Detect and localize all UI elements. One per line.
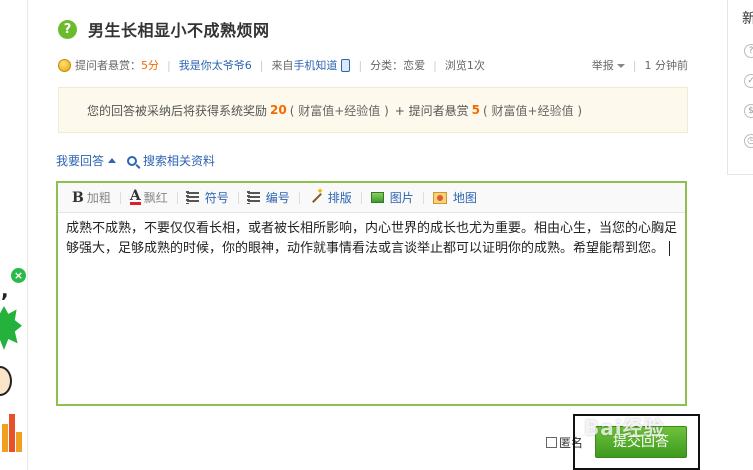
right-panel-label: 新 xyxy=(742,11,753,27)
divider: | xyxy=(259,58,264,72)
check-circle-icon[interactable]: ✓ xyxy=(744,74,753,88)
toolbar-divider xyxy=(119,191,121,204)
image-label: 图片 xyxy=(389,191,414,205)
category[interactable]: 分类：恋爱 xyxy=(370,57,425,73)
view-count: 浏览1次 xyxy=(444,59,485,72)
text-color-icon: A xyxy=(129,188,141,205)
chevron-up-icon[interactable] xyxy=(108,158,117,163)
bullet-list-icon xyxy=(185,191,199,204)
anonymous-checkbox[interactable] xyxy=(546,437,557,448)
meta-right: 举报 | 1 分钟前 xyxy=(592,57,688,73)
reward-notice-note: ( 财富值+经验值 ) xyxy=(483,103,583,118)
layout-button[interactable]: 排版 xyxy=(309,187,352,206)
source-prefix: 来自 xyxy=(271,59,294,72)
numbered-list-icon xyxy=(246,191,260,204)
left-divider xyxy=(27,0,28,470)
toolbar-divider xyxy=(237,191,239,204)
reward-notice: 您的回答被采纳后将获得系统奖励 20 ( 财富值+经验值 ) + 提问者悬赏 5… xyxy=(58,87,688,133)
bold-label: 加粗 xyxy=(86,191,111,205)
divider: | xyxy=(358,58,363,72)
ad-burst-graphic xyxy=(0,306,22,350)
map-label: 地图 xyxy=(452,191,477,205)
source-link[interactable]: 手机知道 xyxy=(293,57,337,73)
reward-value: 5分 xyxy=(141,59,159,72)
side-ad-fragment: × , xyxy=(0,262,28,452)
reward-label: 提问者悬赏： xyxy=(75,59,141,72)
numbered-list-label: 编号 xyxy=(265,191,290,205)
question-title: 男生长相显小不成熟烦网 xyxy=(88,21,270,40)
question-meta: 提问者悬赏： 5分 | 我是你太爷爷6 | 来自 手机知道 | 分类：恋爱 | … xyxy=(58,57,688,73)
text-cursor xyxy=(669,241,671,256)
divider: | xyxy=(167,58,171,72)
answer-textarea[interactable]: 成熟不成熟，不要仅仅看长相，或者被长相所影响，内心世界的成长也尤为重要。相由心生… xyxy=(58,213,685,259)
close-icon[interactable]: × xyxy=(11,268,26,283)
toolbar-divider xyxy=(298,191,300,204)
my-answer-toggle[interactable]: 我要回答 xyxy=(56,152,104,169)
coin-circle-icon[interactable]: $ xyxy=(744,104,753,118)
reward-notice-note: ( 财富值+经验值 ) xyxy=(289,103,389,118)
image-button[interactable]: 图片 xyxy=(370,189,414,206)
editor-toolbar: B 加粗 A 飘红 符号 编号 排版 xyxy=(58,183,685,213)
ad-glyph: , xyxy=(1,278,9,302)
ad-face-graphic xyxy=(0,366,12,396)
numbered-list-button[interactable]: 编号 xyxy=(246,189,290,206)
toolbar-divider xyxy=(422,191,424,204)
divider: | xyxy=(433,58,437,72)
bold-icon: B xyxy=(72,189,84,206)
highlight-frame xyxy=(573,414,700,470)
clock-circle-icon[interactable]: ◷ xyxy=(744,134,753,148)
search-icon[interactable] xyxy=(127,155,138,166)
question-circle-icon[interactable]: ? xyxy=(744,44,753,58)
map-icon xyxy=(432,191,447,204)
image-icon xyxy=(370,192,384,203)
question-main: ? 男生长相显小不成熟烦网 提问者悬赏： 5分 | 我是你太爷爷6 | 来自 手… xyxy=(56,0,700,470)
answer-editor: B 加粗 A 飘红 符号 编号 排版 xyxy=(56,181,687,406)
question-mark-icon: ? xyxy=(58,19,77,39)
submit-row: 匿名 提交回答 Bai经验 xyxy=(56,414,700,470)
toolbar-divider xyxy=(360,191,362,204)
answer-tools: 我要回答 搜索相关资料 xyxy=(56,152,215,169)
asker-reward-amount: 5 xyxy=(471,103,481,117)
map-button[interactable]: 地图 xyxy=(432,189,477,206)
magic-wand-icon xyxy=(309,187,324,204)
post-time: 1 分钟前 xyxy=(644,59,689,72)
right-sidebar-fragment: 新 ? ✓ $ ◷ xyxy=(727,0,753,175)
question-header: ? 男生长相显小不成熟烦网 xyxy=(58,17,270,41)
bold-button[interactable]: B 加粗 xyxy=(72,189,111,206)
bullet-list-label: 符号 xyxy=(204,191,229,205)
layout-label: 排版 xyxy=(327,191,352,205)
phone-icon xyxy=(341,58,351,72)
system-reward-amount: 20 xyxy=(270,103,287,117)
reward-notice-text: + 提问者悬赏 xyxy=(394,103,469,118)
coin-icon xyxy=(58,58,71,72)
toolbar-divider xyxy=(176,191,178,204)
divider: | xyxy=(632,58,637,72)
bullet-list-button[interactable]: 符号 xyxy=(185,189,229,206)
asker-link[interactable]: 我是你太爷爷6 xyxy=(179,57,252,73)
chevron-down-icon[interactable] xyxy=(616,64,625,68)
answer-text: 成熟不成熟，不要仅仅看长相，或者被长相所影响，内心世界的成长也尤为重要。相由心生… xyxy=(66,221,678,256)
reward-notice-text: 您的回答被采纳后将获得系统奖励 xyxy=(87,103,268,118)
search-related-link[interactable]: 搜索相关资料 xyxy=(143,152,215,169)
ad-bars-graphic xyxy=(0,408,26,452)
red-text-label: 飘红 xyxy=(143,191,168,205)
red-text-button[interactable]: A 飘红 xyxy=(129,188,168,206)
report-button[interactable]: 举报 xyxy=(592,57,614,73)
